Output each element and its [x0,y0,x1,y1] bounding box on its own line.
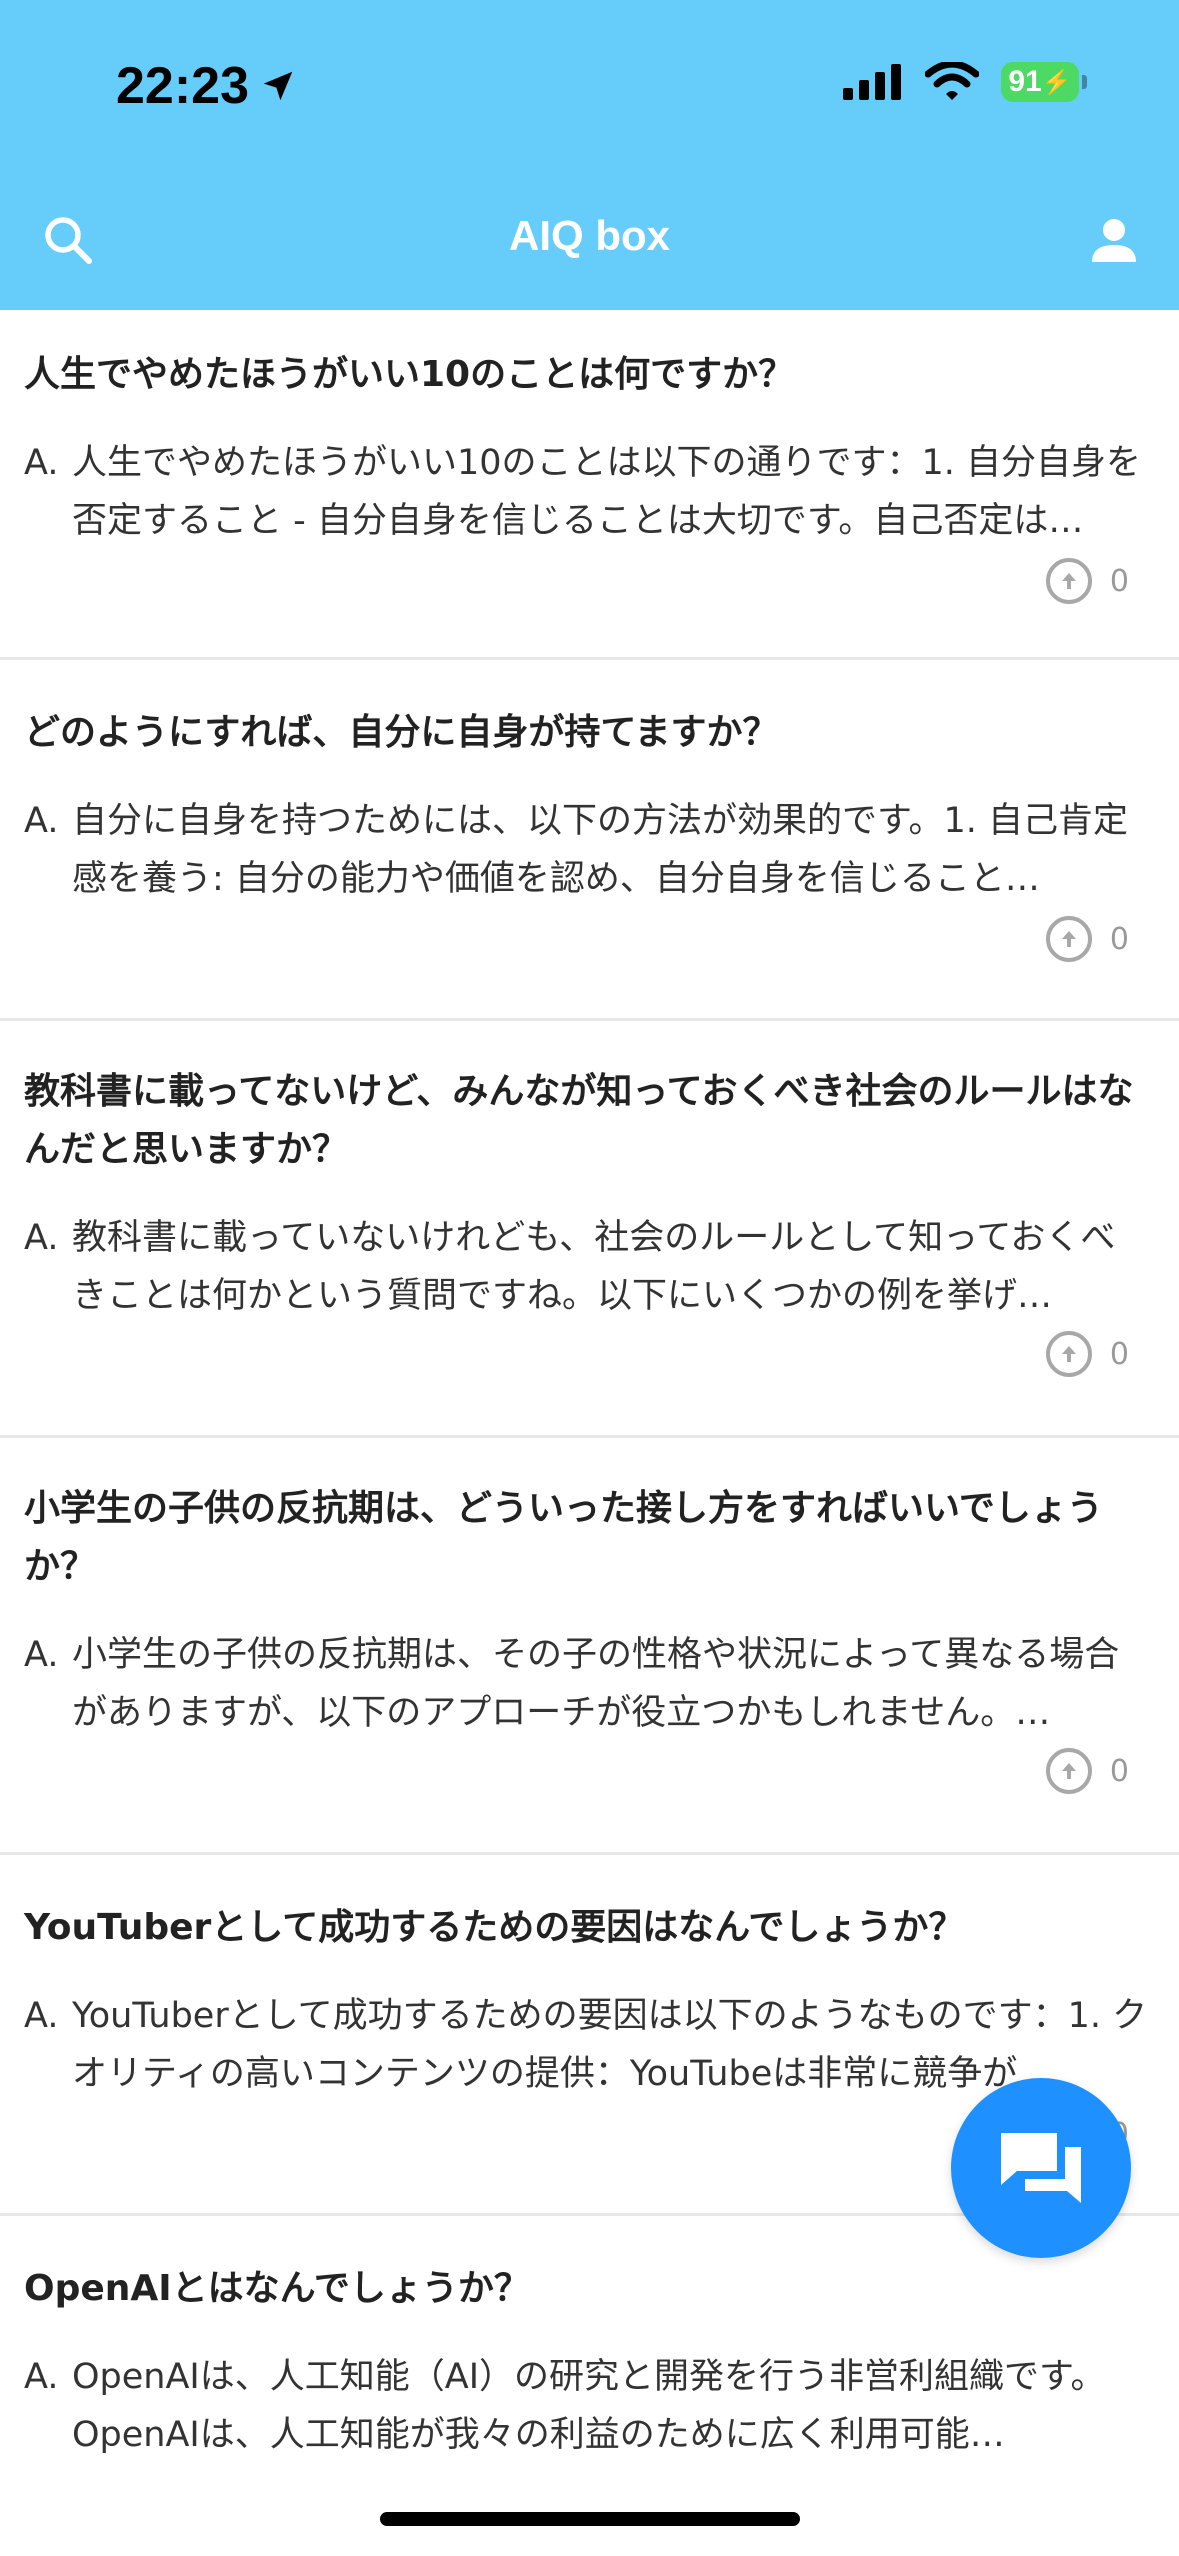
answer-prefix: A. [24,1635,59,1675]
vote-count: 0 [1109,1753,1129,1789]
app-header: 22:23 91 ⚡ AIQ box [0,0,1179,310]
wifi-icon [925,62,979,100]
question-card[interactable]: OpenAIとはなんでしょうか？ A. OpenAIは、人工知能（AI）の研究と… [0,2216,1179,2556]
home-indicator[interactable] [380,2512,800,2526]
answer-prefix: A. [24,443,59,483]
answer-prefix: A. [24,1996,59,2036]
status-time: 22:23 [116,56,297,116]
question-title: 人生でやめたほうがいい10のことは何ですか？ [24,354,795,395]
upvote-arrow-icon [1045,558,1092,604]
user-icon[interactable] [1087,214,1141,268]
upvote-arrow-icon [1045,1748,1092,1794]
upvote-button[interactable]: 0 [1045,916,1129,962]
question-card[interactable]: 教科書に載ってないけど、みんなが知っておくべき社会のルールはなんだと思いますか？… [0,1021,1179,1438]
question-title: 教科書に載ってないけど、みんなが知っておくべき社会のルールはなんだと思いますか？ [24,1071,1134,1170]
answer-preview: OpenAIは、人工知能（AI）の研究と開発を行う非営利組織です。OpenAIは… [72,2357,1106,2455]
status-time-text: 22:23 [116,57,249,115]
answer-preview: YouTuberとして成功するための要因は以下のようなものです：1. クオリティ… [72,1996,1148,2094]
vote-count: 0 [1109,1336,1129,1372]
upvote-button[interactable]: 0 [1045,1331,1129,1377]
vote-count: 0 [1109,563,1129,599]
battery-level: 91 [1008,65,1042,98]
chat-bubbles-icon [1001,2133,1081,2203]
question-title: どのようにすれば、自分に自身が持てますか？ [24,712,779,753]
answer-preview: 小学生の子供の反抗期は、その子の性格や状況によって異なる場合がありますが、以下の… [72,1635,1120,1733]
answer-prefix: A. [24,801,59,841]
new-question-button[interactable] [951,2078,1131,2258]
question-title: YouTuberとして成功するための要因はなんでしょうか？ [24,1907,965,1948]
answer-prefix: A. [24,1218,59,1258]
upvote-arrow-icon [1045,916,1092,962]
upvote-button[interactable]: 0 [1045,1748,1129,1794]
question-card[interactable]: どのようにすれば、自分に自身が持てますか？ A. 自分に自身を持つためには、以下… [0,660,1179,1021]
answer-preview: 自分に自身を持つためには、以下の方法が効果的です。1. 自己肯定感を養う: 自分… [72,801,1129,899]
question-title: OpenAIとはなんでしょうか？ [24,2268,530,2309]
battery-icon: 91 ⚡ [1001,62,1087,102]
page-title: AIQ box [508,212,670,259]
vote-count: 0 [1109,921,1129,957]
question-title: 小学生の子供の反抗期は、どういった接し方をすればいいでしょうか？ [24,1488,1103,1587]
answer-preview: 教科書に載っていないけれども、社会のルールとして知っておくべきことは何かという質… [72,1218,1116,1316]
status-icons: 91 ⚡ [843,62,1087,102]
upvote-arrow-icon [1045,1331,1092,1377]
question-card[interactable]: 人生でやめたほうがいい10のことは何ですか？ A. 人生でやめたほうがいい10の… [0,310,1179,660]
location-arrow-icon [263,71,293,101]
signal-icon [843,64,901,100]
answer-prefix: A. [24,2357,59,2397]
answer-preview: 人生でやめたほうがいい10のことは以下の通りです：1. 自分自身を否定すること … [72,443,1142,541]
question-card[interactable]: 小学生の子供の反抗期は、どういった接し方をすればいいでしょうか？ A. 小学生の… [0,1438,1179,1855]
upvote-button[interactable]: 0 [1045,558,1129,604]
